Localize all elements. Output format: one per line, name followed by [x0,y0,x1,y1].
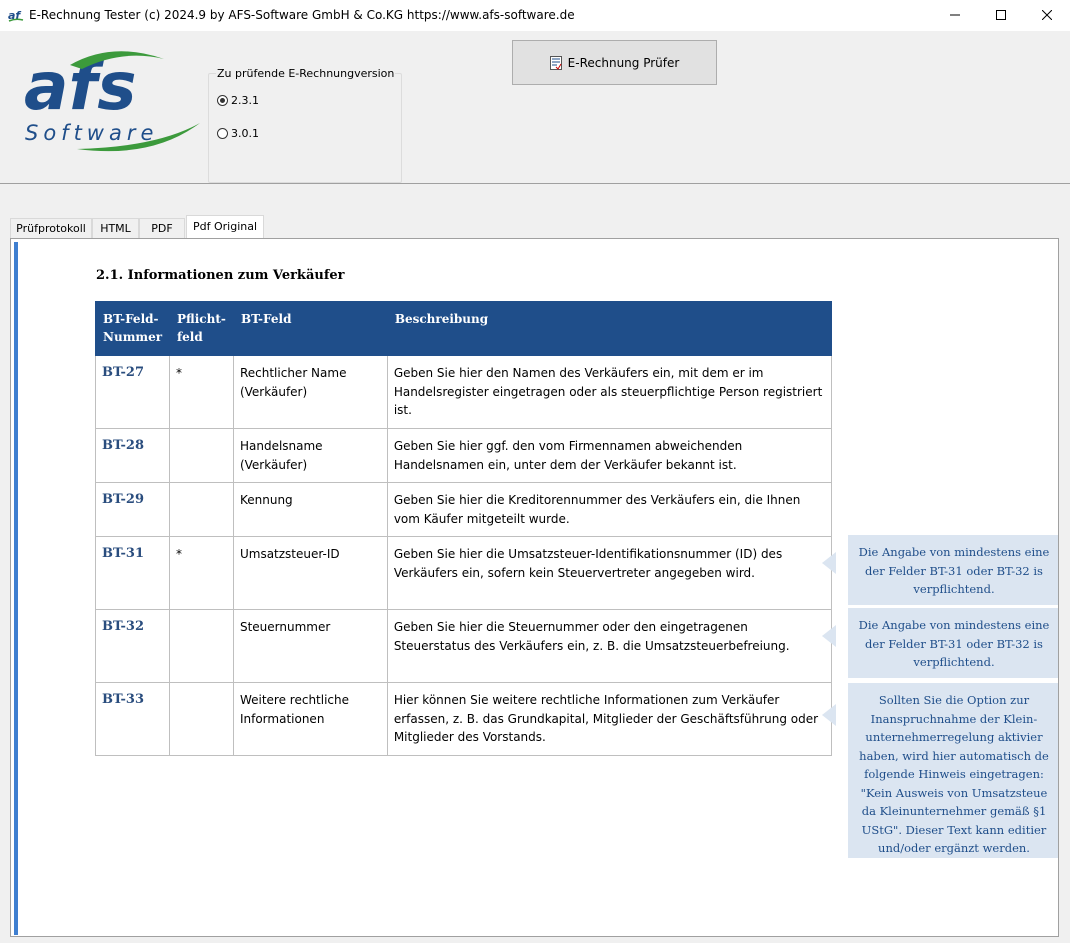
row-code: BT-29 [95,482,170,537]
row-beschreibung: Geben Sie hier die Kreditorennummer des … [386,482,833,537]
callout-line: der Felder BT-31 oder BT-32 is [865,563,1043,578]
title-bar: af E-Rechnung Tester (c) 2024.9 by AFS-S… [0,0,1070,31]
row-beschreibung: Hier können Sie weitere rechtliche Infor… [386,682,833,756]
callout-line: Die Angabe von mindestens eine [858,618,1050,632]
radio-version-301[interactable]: 3.0.1 [217,127,259,140]
callout-line: UStG". Dieser Text kann editier [861,822,1047,837]
callout-line: da Kleinunternehmer gemäß §1 [861,804,1047,818]
row-beschreibung: Geben Sie hier ggf. den vom Firmennamen … [386,428,833,483]
row-code: BT-27 [95,355,170,429]
callout-line: unternehmerregelung aktivier [865,730,1043,744]
callout-bt32: Die Angabe von mindestens eine der Felde… [848,608,1058,678]
table-row: BT-27 * Rechtlicher Name (Verkäufer) Geb… [95,355,833,429]
header-bt-nummer: BT-Feld- Nummer [95,301,170,356]
row-pflicht: * [168,536,234,610]
tab-label: HTML [100,222,131,235]
pruefer-button-label: E-Rechnung Prüfer [567,55,680,70]
row-pflicht: * [168,355,234,429]
header-bt-feld: BT-Feld [232,301,388,356]
callout-line: "Kein Ausweis von Umsatzsteue [860,785,1048,800]
row-beschreibung: Geben Sie hier die Steuernummer oder den… [386,609,833,683]
close-icon [1042,10,1052,20]
callout-arrow [822,625,836,647]
header-area: afs Software Zu prüfende E-Rechnungversi… [0,31,1070,183]
callout-bt31: Die Angabe von mindestens eine der Felde… [848,535,1058,605]
row-code: BT-32 [95,609,170,683]
pdf-document-page: 2.1. Informationen zum Verkäufer BT-Feld… [11,239,1058,936]
callout-line: Sollten Sie die Option zur [878,693,1030,707]
callout-arrow [822,704,836,726]
window-title: E-Rechnung Tester (c) 2024.9 by AFS-Soft… [29,8,575,22]
header-separator [0,183,1070,184]
afs-software-logo: afs Software [24,48,200,152]
tab-pdf-original[interactable]: Pdf Original [186,215,264,239]
radio-label-231: 2.3.1 [231,94,259,107]
radio-label-301: 3.0.1 [231,127,259,140]
callout-line: verpflichtend. [913,655,995,669]
row-beschreibung: Geben Sie hier den Namen des Verkäufers … [386,355,833,429]
callout-line: verpflichtend. [913,582,995,596]
row-feld: Weitere rechtliche Informationen [232,682,388,756]
maximize-button[interactable] [978,0,1024,31]
table-row: BT-31 * Umsatzsteuer-ID Geben Sie hier d… [95,536,833,610]
tab-pdf[interactable]: PDF [139,218,185,238]
callout-line: Inanspruchnahme der Klein- [870,711,1038,726]
callout-line: haben, wird hier automatisch de [859,748,1049,763]
row-feld: Umsatzsteuer-ID [232,536,388,610]
tab-html[interactable]: HTML [92,218,139,238]
version-groupbox: Zu prüfende E-Rechnungversion 2.3.1 3.0.… [208,67,402,183]
row-feld: Steuernummer [232,609,388,683]
table-row: BT-32 Steuernummer Geben Sie hier die St… [95,609,833,683]
tab-pruefprotokoll[interactable]: Prüfprotokoll [10,218,92,238]
row-feld: Kennung [232,482,388,537]
row-pflicht [168,682,234,756]
logo-main-text: afs [24,48,137,125]
row-pflicht [168,609,234,683]
tab-label: Prüfprotokoll [16,222,86,235]
row-pflicht [168,428,234,483]
afs-app-icon: af [8,9,24,22]
table-row: BT-28 Handelsname (Verkäufer) Geben Sie … [95,428,833,483]
radio-unchecked-icon [217,128,228,139]
bt-fields-table: BT-Feld- Nummer Pflicht-feld BT-Feld Besc… [95,301,833,756]
row-code: BT-31 [95,536,170,610]
minimize-button[interactable] [932,0,978,31]
table-row: BT-33 Weitere rechtliche Informationen H… [95,682,833,756]
e-rechnung-pruefer-button[interactable]: E-Rechnung Prüfer [512,40,717,85]
close-button[interactable] [1024,0,1070,31]
callout-bt33: Sollten Sie die Option zur Inanspruchnah… [848,683,1058,858]
row-pflicht [168,482,234,537]
tab-label: PDF [151,222,173,235]
radio-checked-icon [217,95,228,106]
row-beschreibung: Geben Sie hier die Umsatzsteuer-Identifi… [386,536,833,610]
row-code: BT-28 [95,428,170,483]
callout-line: Die Angabe von mindestens eine [858,545,1050,559]
callout-line: der Felder BT-31 oder BT-32 is [865,636,1043,651]
table-header-row: BT-Feld- Nummer Pflicht-feld BT-Feld Besc… [95,301,833,356]
callout-arrow [822,552,836,574]
row-feld: Rechtlicher Name (Verkäufer) [232,355,388,429]
logo-sub-text: Software [25,121,158,145]
radio-version-231[interactable]: 2.3.1 [217,94,259,107]
header-beschreibung: Beschreibung [386,301,833,356]
table-row: BT-29 Kennung Geben Sie hier die Kredito… [95,482,833,537]
row-code: BT-33 [95,682,170,756]
row-feld: Handelsname (Verkäufer) [232,428,388,483]
maximize-icon [996,10,1006,20]
version-group-legend: Zu prüfende E-Rechnungversion [216,67,396,80]
callout-line: und/oder ergänzt werden. [878,841,1030,855]
pdf-viewer-panel[interactable]: 2.1. Informationen zum Verkäufer BT-Feld… [10,238,1059,937]
tab-label: Pdf Original [192,220,258,233]
document-check-icon [549,55,562,70]
callout-line: folgende Hinweis eingetragen: [864,767,1044,781]
header-pflichtfeld: Pflicht-feld [168,301,234,356]
minimize-icon [950,14,960,16]
section-heading: 2.1. Informationen zum Verkäufer [96,268,345,283]
